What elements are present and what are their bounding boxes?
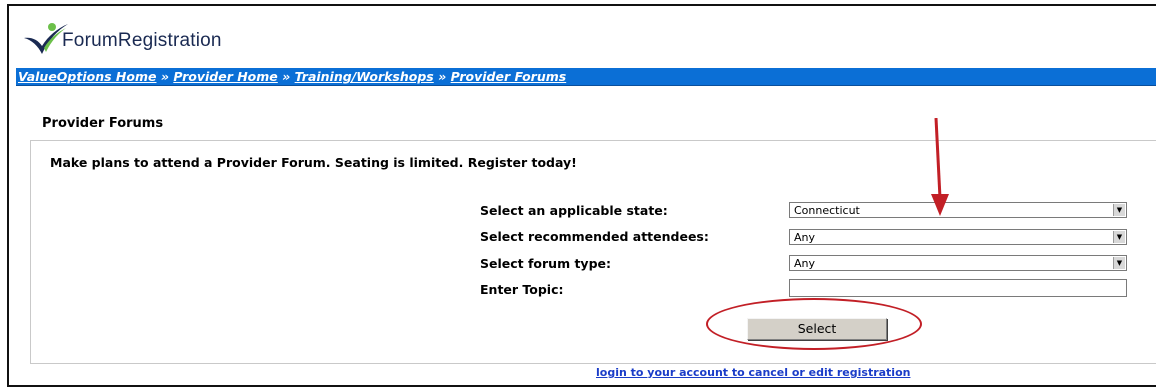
breadcrumb-provider-home[interactable]: Provider Home <box>173 69 277 84</box>
chevron-down-icon[interactable]: ▼ <box>1113 204 1125 216</box>
state-select-value: Connecticut <box>794 204 860 217</box>
breadcrumb-valueoptions-home[interactable]: ValueOptions Home <box>18 69 156 84</box>
breadcrumb-separator: » <box>282 69 295 84</box>
state-select[interactable]: Connecticut ▼ <box>789 202 1127 218</box>
breadcrumb-separator: » <box>438 69 451 84</box>
breadcrumb-bar: ValueOptions Home » Provider Home » Trai… <box>16 68 1156 86</box>
forum-type-select-value: Any <box>794 257 816 270</box>
topic-label: Enter Topic: <box>480 282 564 297</box>
attendees-select[interactable]: Any ▼ <box>789 229 1127 245</box>
forum-type-label: Select forum type: <box>480 256 611 271</box>
chevron-down-icon[interactable]: ▼ <box>1113 231 1125 243</box>
breadcrumb-provider-forums[interactable]: Provider Forums <box>451 69 567 84</box>
breadcrumb: ValueOptions Home » Provider Home » Trai… <box>18 68 566 85</box>
forum-type-select[interactable]: Any ▼ <box>789 255 1127 271</box>
login-cancel-edit-link[interactable]: login to your account to cancel or edit … <box>596 366 910 379</box>
topic-input[interactable] <box>789 279 1127 297</box>
breadcrumb-separator: » <box>160 69 174 84</box>
page-title: Provider Forums <box>42 116 164 131</box>
attendees-label: Select recommended attendees: <box>480 229 709 244</box>
select-button[interactable]: Select <box>747 318 887 340</box>
logo[interactable]: ForumRegistration <box>22 18 322 68</box>
brand-name: ForumRegistration <box>62 30 222 51</box>
breadcrumb-training-workshops[interactable]: Training/Workshops <box>295 69 434 84</box>
chevron-down-icon[interactable]: ▼ <box>1113 257 1125 269</box>
down-arrow-icon <box>931 118 949 216</box>
state-label: Select an applicable state: <box>480 203 668 218</box>
intro-text: Make plans to attend a Provider Forum. S… <box>50 155 577 170</box>
attendees-select-value: Any <box>794 231 816 244</box>
forum-search-panel <box>30 140 1156 364</box>
